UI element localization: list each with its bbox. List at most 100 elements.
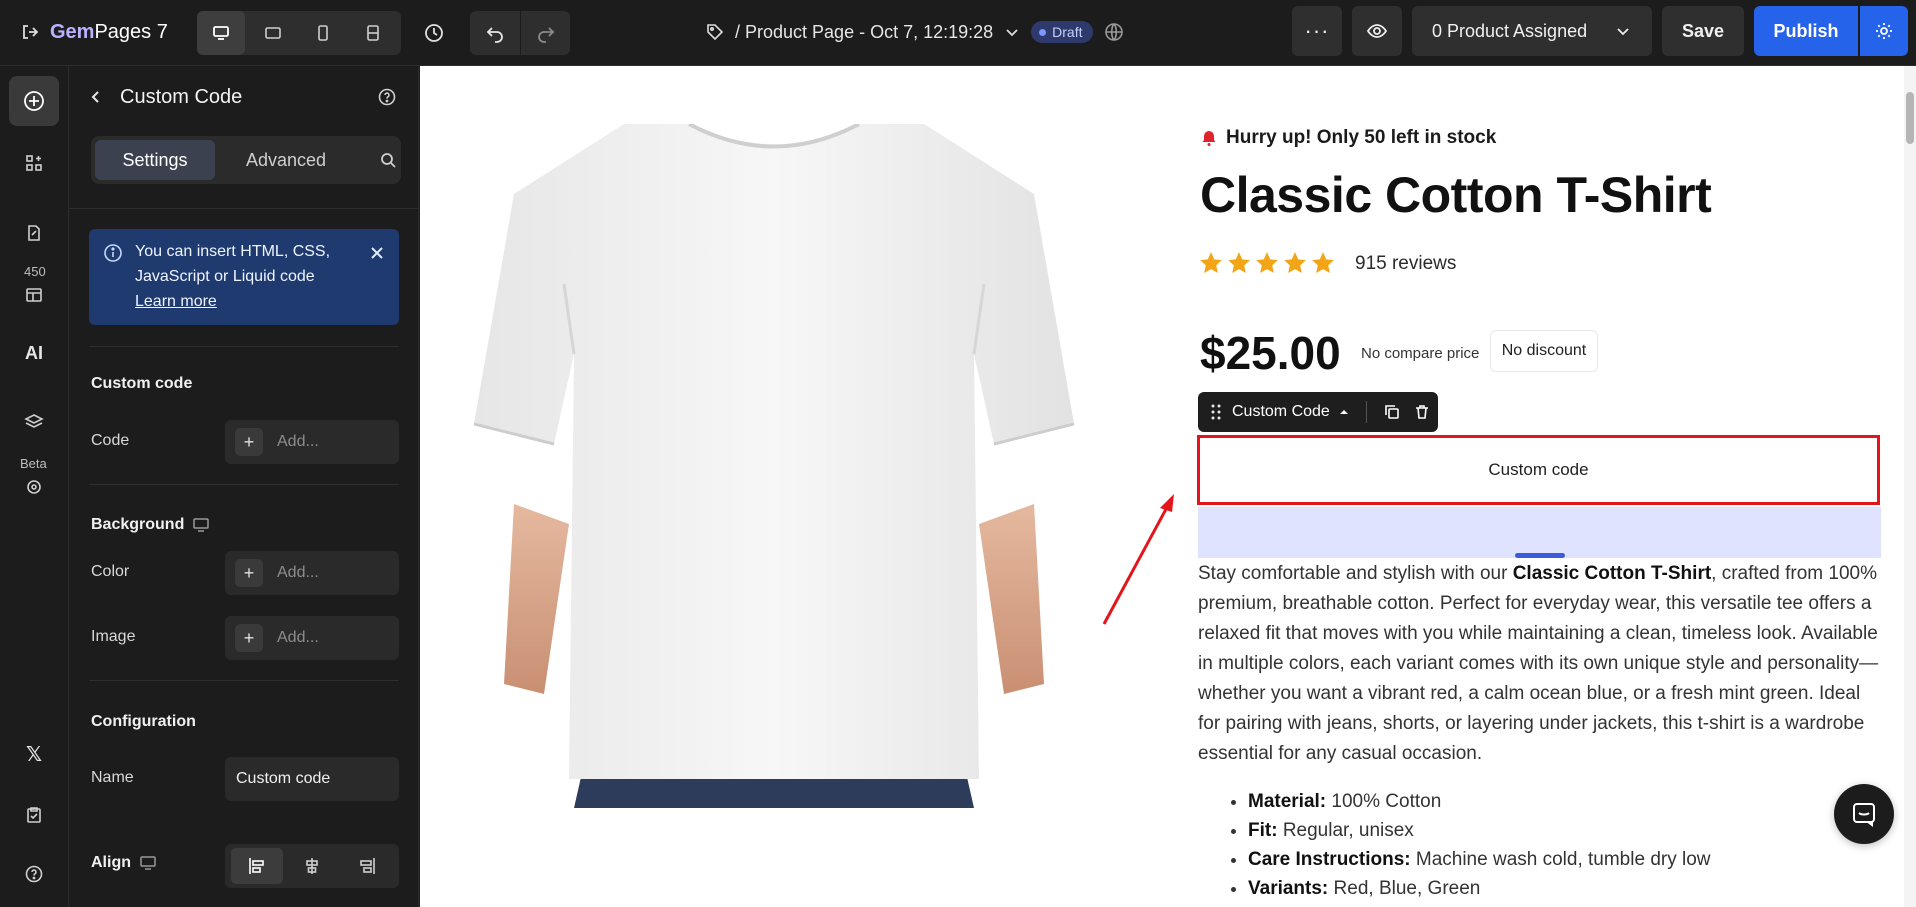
stock-alert: Hurry up! Only 50 left in stock (1200, 127, 1496, 149)
align-center-button[interactable] (286, 848, 338, 884)
duplicate-button[interactable] (1383, 403, 1401, 421)
page-title-area[interactable]: / Product Page - Oct 7, 12:19:28 Draft (705, 14, 1125, 50)
help-icon[interactable] (377, 87, 397, 107)
undo-button[interactable] (470, 11, 520, 55)
add-element-button[interactable] (9, 76, 59, 126)
undo-redo-group (470, 11, 570, 55)
pages-button[interactable] (9, 208, 59, 258)
duplicate-icon (1385, 405, 1399, 419)
plus-icon: + (235, 559, 263, 587)
background-section-title: Background (91, 516, 210, 534)
review-count[interactable]: 915 reviews (1355, 253, 1456, 275)
code-label: Code (91, 432, 130, 449)
status-badge: Draft (1031, 21, 1093, 43)
divider (89, 346, 399, 347)
product-image[interactable] (474, 124, 1074, 808)
product-description[interactable]: Stay comfortable and stylish with our Cl… (1198, 559, 1883, 769)
status-dot (1039, 28, 1047, 36)
logo[interactable]: GemPages 7 (20, 16, 168, 48)
rating-stars[interactable] (1198, 250, 1336, 276)
plus-icon: + (235, 428, 263, 456)
chevron-down-icon (1617, 28, 1629, 36)
learn-more-link[interactable]: Learn more (135, 293, 217, 310)
image-label: Image (91, 628, 136, 645)
tablet-landscape-view-button[interactable] (249, 11, 297, 55)
align-right-button[interactable] (341, 848, 393, 884)
product-assigned-label: 0 Product Assigned (1432, 20, 1588, 41)
star-icon (1200, 252, 1222, 273)
align-section-title: Align (91, 854, 157, 872)
custom-code-section-title: Custom code (91, 375, 193, 392)
product-assigned-dropdown[interactable]: 0 Product Assigned (1412, 6, 1652, 56)
name-input[interactable]: Custom code (225, 757, 399, 801)
preview-button[interactable] (1352, 6, 1402, 56)
checklist-button[interactable] (9, 790, 59, 840)
element-name[interactable]: Custom Code (1232, 403, 1330, 421)
resize-handle[interactable] (1515, 553, 1565, 558)
divider (1365, 401, 1367, 423)
add-placeholder: Add... (277, 433, 319, 450)
expand-icon (367, 25, 379, 41)
fullscreen-view-button[interactable] (349, 11, 397, 55)
custom-code-element[interactable]: Custom code (1197, 435, 1880, 505)
globe-icon[interactable] (1103, 21, 1125, 43)
redo-button[interactable] (521, 11, 570, 55)
x-button[interactable]: 𝕏 (9, 729, 59, 779)
color-add-field[interactable]: + Add... (225, 551, 399, 595)
tab-advanced[interactable]: Advanced (221, 140, 351, 180)
exit-icon[interactable] (20, 22, 40, 42)
help-button[interactable] (9, 849, 59, 899)
image-add-field[interactable]: + Add... (225, 616, 399, 660)
trash-icon (1415, 405, 1428, 419)
caret-up-icon[interactable] (1338, 406, 1350, 418)
tab-settings[interactable]: Settings (95, 140, 215, 180)
apps-icon (26, 155, 42, 171)
save-button[interactable]: Save (1662, 6, 1744, 56)
publish-button[interactable]: Publish (1754, 6, 1858, 56)
add-placeholder: Add... (277, 629, 319, 646)
scrollbar-thumb[interactable] (1906, 92, 1914, 144)
bell-icon (1202, 131, 1216, 146)
device-switcher (197, 11, 401, 55)
delete-button[interactable] (1413, 403, 1431, 421)
ai-icon: AI (25, 342, 43, 363)
publish-settings-button[interactable] (1860, 6, 1908, 56)
divider (69, 208, 419, 209)
clock-icon (425, 24, 443, 42)
sections-button[interactable] (9, 138, 59, 188)
panel-tabs: Settings Advanced (91, 136, 401, 184)
canvas-scrollbar[interactable] (1904, 66, 1916, 907)
product-specs-list[interactable]: Material: 100% Cotton Fit: Regular, unis… (1248, 787, 1888, 903)
info-text: You can insert HTML, CSS, JavaScript or … (135, 239, 355, 314)
code-add-field[interactable]: + Add... (225, 420, 399, 464)
search-icon[interactable] (379, 151, 397, 169)
discount-badge[interactable]: No discount (1490, 330, 1598, 372)
product-price[interactable]: $25.00 (1200, 326, 1341, 380)
add-placeholder: Add... (277, 564, 319, 581)
top-bar: GemPages 7 / Product Page - Oct 7, 12:19… (0, 0, 1916, 66)
layers-button[interactable] (9, 398, 59, 448)
history-button[interactable] (412, 11, 456, 55)
color-label: Color (91, 563, 130, 580)
templates-button[interactable] (9, 269, 59, 319)
product-title[interactable]: Classic Cotton T-Shirt (1200, 166, 1712, 224)
more-options-button[interactable]: ··· (1292, 6, 1342, 56)
responsive-icon[interactable] (192, 516, 210, 534)
align-left-button[interactable] (231, 848, 283, 884)
ai-button[interactable]: AI (9, 328, 59, 378)
close-icon[interactable] (369, 245, 385, 261)
mobile-view-button[interactable] (299, 11, 347, 55)
list-item: Fit: Regular, unisex (1248, 816, 1888, 845)
drag-handle-icon[interactable] (1210, 403, 1222, 421)
beta-feature-button[interactable] (9, 462, 59, 512)
redo-icon (537, 27, 554, 43)
undo-icon (486, 27, 503, 43)
back-icon[interactable] (87, 88, 105, 106)
plus-circle-icon (24, 91, 44, 111)
brand-name: GemPages 7 (50, 20, 168, 43)
responsive-icon[interactable] (139, 854, 157, 872)
desktop-view-button[interactable] (197, 11, 245, 55)
chat-button[interactable] (1834, 784, 1894, 844)
align-left-icon (249, 858, 264, 874)
compare-price[interactable]: No compare price (1361, 345, 1479, 362)
